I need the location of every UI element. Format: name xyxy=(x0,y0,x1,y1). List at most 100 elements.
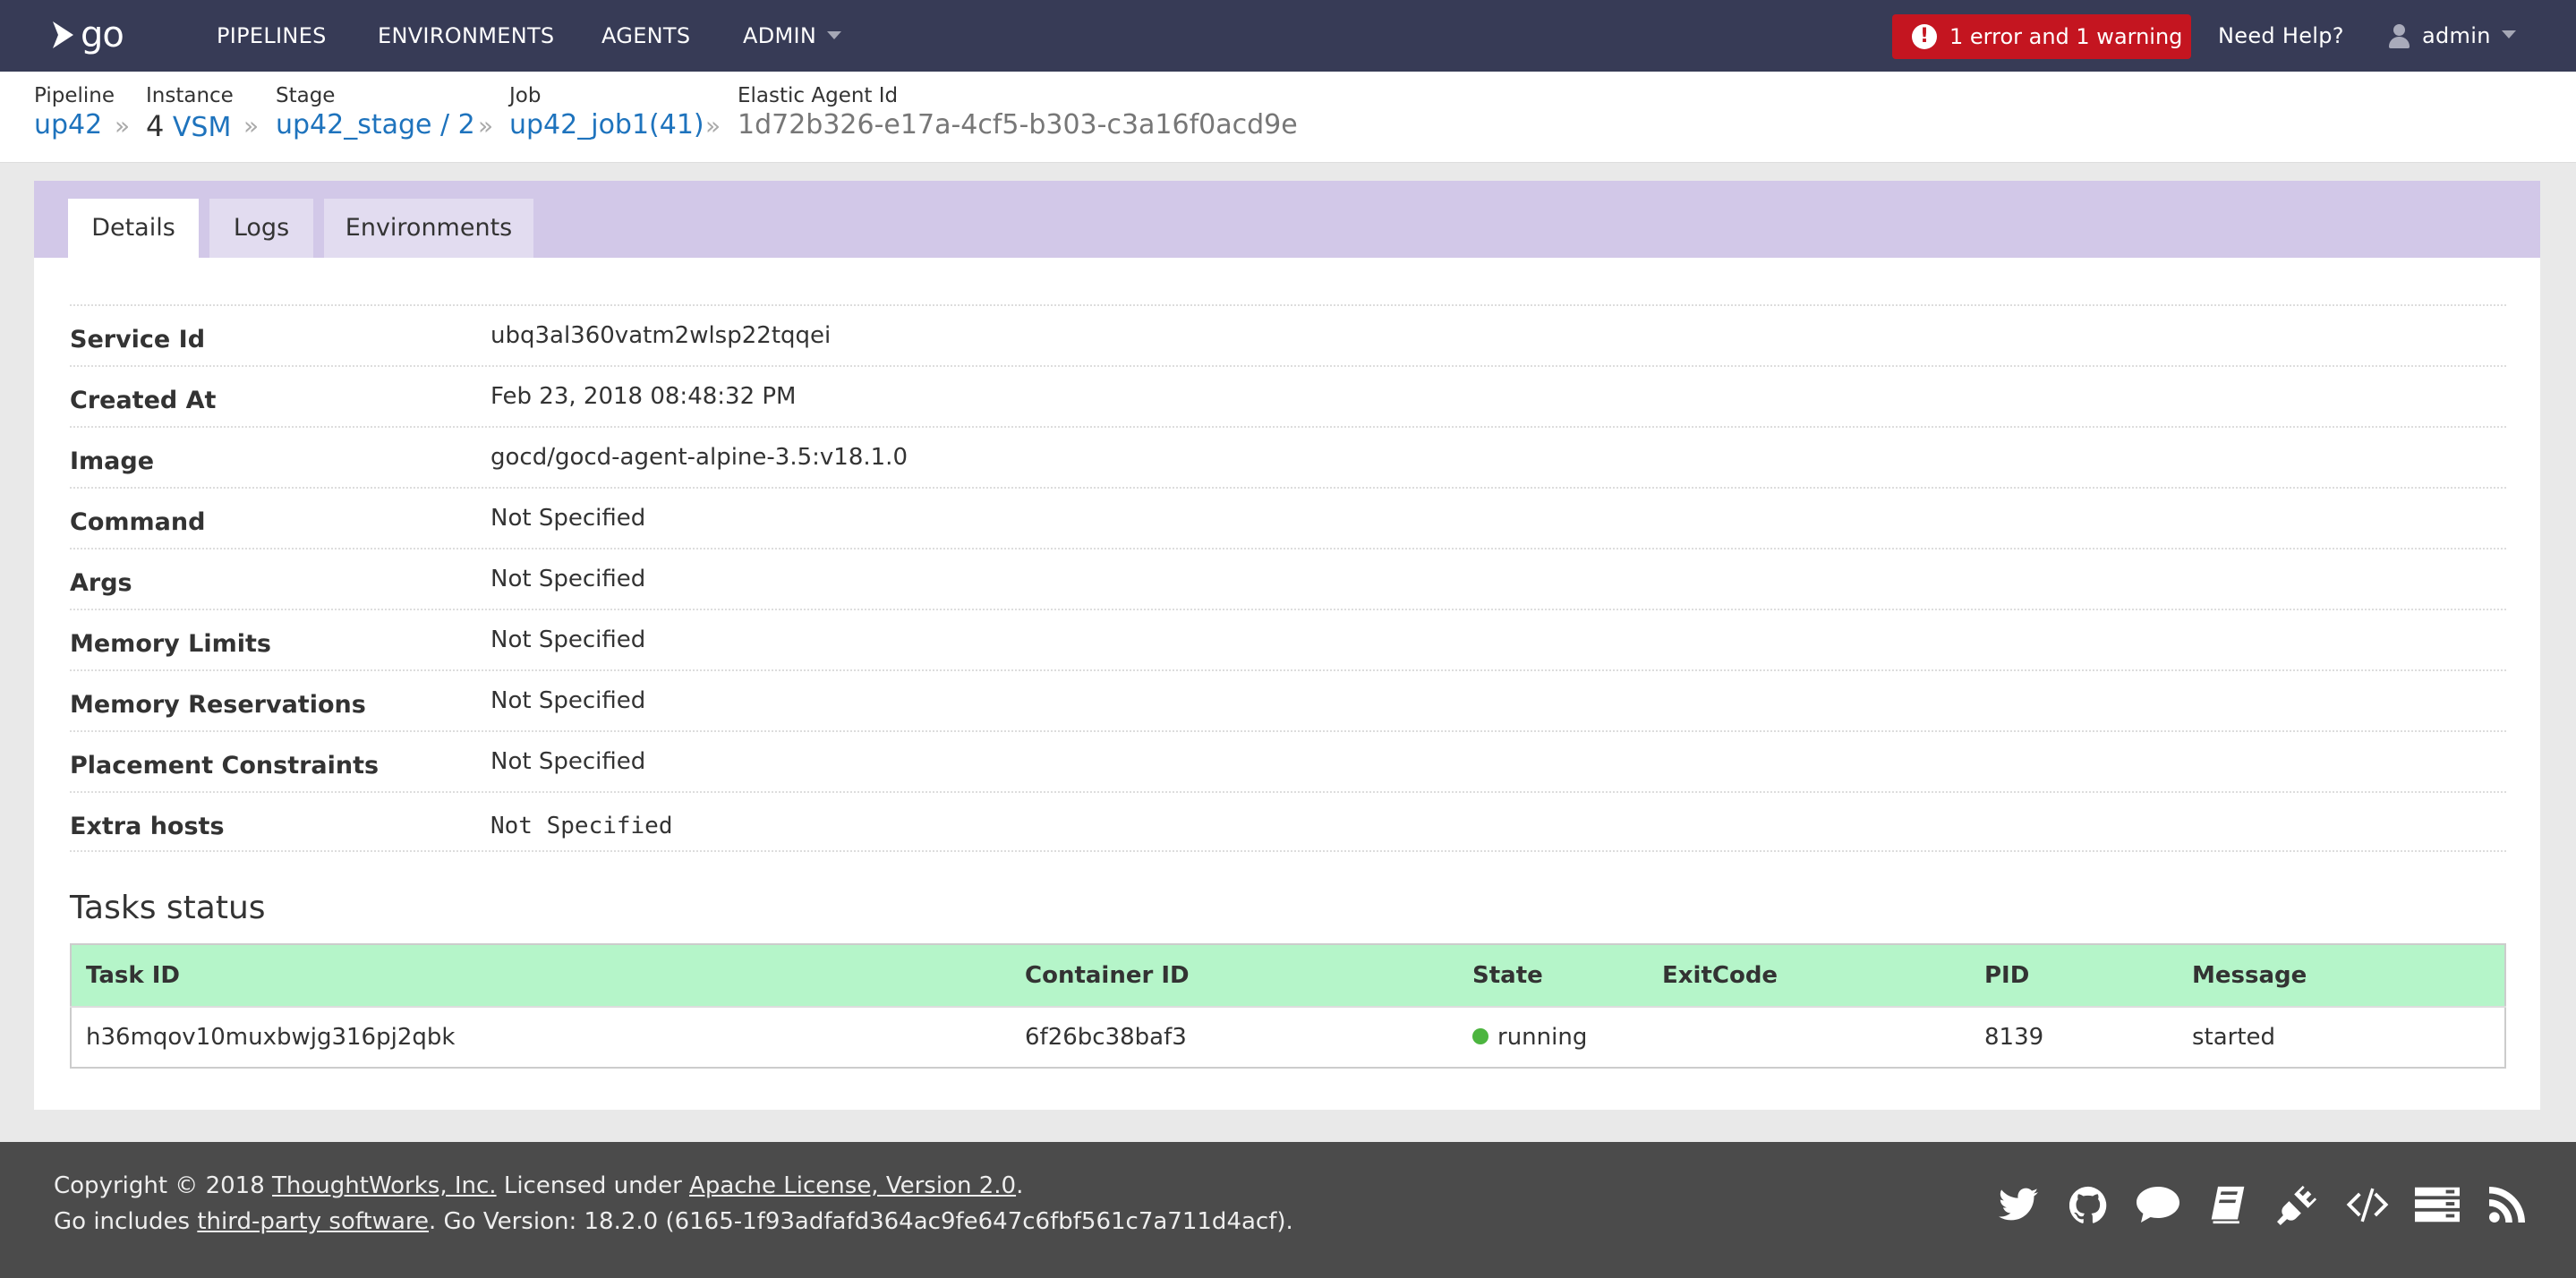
breadcrumb-pipeline: Pipeline up42 xyxy=(34,84,115,141)
licensed-text: Licensed under xyxy=(496,1172,690,1199)
thoughtworks-link[interactable]: ThoughtWorks, Inc. xyxy=(272,1172,497,1199)
detail-key: Extra hosts xyxy=(70,813,225,840)
detail-key: Image xyxy=(70,447,155,475)
apache-license-link[interactable]: Apache License, Version 2.0 xyxy=(689,1172,1016,1199)
message-cell: started xyxy=(2192,1024,2276,1051)
logo-play-icon xyxy=(53,21,73,48)
period-text: . xyxy=(1016,1172,1024,1199)
job-link[interactable]: up42_job1(41) xyxy=(509,109,704,141)
nav-environments[interactable]: ENVIRONMENTS xyxy=(378,0,554,72)
detail-value: Not Specified xyxy=(490,687,646,714)
table-header-row: Task ID Container ID State ExitCode PID … xyxy=(71,944,2505,1008)
agent-id-value: 1d72b326-e17a-4cf5-b303-c3a16f0acd9e xyxy=(738,109,1298,141)
detail-key: Command xyxy=(70,508,206,536)
tasks-status-heading: Tasks status xyxy=(70,890,266,926)
stage-label: Stage xyxy=(276,84,336,107)
nav-agents[interactable]: AGENTS xyxy=(601,0,690,72)
detail-value: Not Specified xyxy=(490,813,673,839)
state-text: running xyxy=(1497,1024,1588,1051)
error-warning-badge[interactable]: ! 1 error and 1 warning xyxy=(1892,14,2191,59)
rss-icon[interactable] xyxy=(2483,1180,2531,1229)
server-details-icon[interactable] xyxy=(2413,1180,2461,1229)
job-label: Job xyxy=(509,84,542,107)
detail-key: Created At xyxy=(70,387,217,414)
includes-text: Go includes xyxy=(54,1208,198,1235)
column-header-container-id: Container ID xyxy=(1011,944,1458,1008)
github-icon[interactable] xyxy=(2064,1180,2112,1229)
detail-row-created-at: Created At Feb 23, 2018 08:48:32 PM xyxy=(70,365,2506,426)
detail-key: Args xyxy=(70,569,132,597)
detail-key: Memory Limits xyxy=(70,630,272,658)
container-id-cell: 6f26bc38baf3 xyxy=(1025,1024,1187,1051)
need-help-link[interactable]: Need Help? xyxy=(2218,0,2344,72)
vsm-link[interactable]: VSM xyxy=(173,112,231,143)
pipeline-link[interactable]: up42 xyxy=(34,109,115,141)
state-cell: running xyxy=(1458,1007,1648,1068)
nav-pipelines[interactable]: PIPELINES xyxy=(217,0,327,72)
error-warning-text: 1 error and 1 warning xyxy=(1949,24,2183,49)
detail-row-memory-reservations: Memory Reservations Not Specified xyxy=(70,669,2506,730)
detail-value: Not Specified xyxy=(490,566,646,592)
pipeline-label: Pipeline xyxy=(34,84,115,107)
footer: Copyright © 2018 ThoughtWorks, Inc. Lice… xyxy=(0,1142,2576,1278)
third-party-software-link[interactable]: third-party software xyxy=(197,1208,429,1235)
tab-details[interactable]: Details xyxy=(68,199,199,258)
column-header-exit-code: ExitCode xyxy=(1648,944,1970,1008)
exit-code-cell xyxy=(1648,1007,1970,1068)
breadcrumb-stage: Stage up42_stage / 2 xyxy=(276,84,475,141)
column-header-message: Message xyxy=(2178,944,2505,1008)
detail-row-image: Image gocd/gocd-agent-alpine-3.5:v18.1.0 xyxy=(70,426,2506,487)
user-menu[interactable]: admin xyxy=(2388,0,2516,72)
nav-admin[interactable]: ADMIN xyxy=(743,0,842,72)
exclamation-circle-icon: ! xyxy=(1912,24,1937,49)
plugins-icon[interactable] xyxy=(2273,1180,2322,1229)
detail-value: Not Specified xyxy=(490,748,646,775)
copyright-text: Copyright © 2018 xyxy=(54,1172,273,1199)
footer-icons xyxy=(1994,1178,2553,1231)
detail-key: Placement Constraints xyxy=(70,752,380,780)
twitter-icon[interactable] xyxy=(1994,1180,2043,1229)
detail-key: Memory Reservations xyxy=(70,691,366,719)
detail-value: Not Specified xyxy=(490,505,646,532)
detail-value: gocd/gocd-agent-alpine-3.5:v18.1.0 xyxy=(490,444,908,471)
instance-number: 4 xyxy=(146,109,165,143)
version-line: Go includes third-party software. Go Ver… xyxy=(54,1208,1293,1235)
copyright-line: Copyright © 2018 ThoughtWorks, Inc. Lice… xyxy=(54,1172,1023,1199)
top-navigation: go PIPELINES ENVIRONMENTS AGENTS ADMIN !… xyxy=(0,0,2576,72)
details-list: Service Id ubq3al360vatm2wlsp22tqqei Cre… xyxy=(70,304,2506,852)
detail-row-placement-constraints: Placement Constraints Not Specified xyxy=(70,730,2506,791)
agent-details-panel: Details Logs Environments Service Id ubq… xyxy=(34,181,2540,1110)
detail-row-memory-limits: Memory Limits Not Specified xyxy=(70,609,2506,669)
detail-row-args: Args Not Specified xyxy=(70,548,2506,609)
version-text: . Go Version: 18.2.0 (6165-1f93adfafd364… xyxy=(429,1208,1293,1235)
detail-value: Not Specified xyxy=(490,626,646,653)
detail-value: Feb 23, 2018 08:48:32 PM xyxy=(490,383,797,410)
status-dot-icon xyxy=(1472,1027,1488,1044)
table-row: h36mqov10muxbwjg316pj2qbk 6f26bc38baf3 r… xyxy=(71,1007,2505,1068)
logo-text: go xyxy=(81,14,124,55)
instance-label: Instance xyxy=(146,84,234,107)
tab-logs[interactable]: Logs xyxy=(209,199,313,258)
go-logo[interactable]: go xyxy=(50,14,131,55)
user-icon xyxy=(2388,22,2410,49)
breadcrumb-separator: » xyxy=(478,111,494,141)
tasks-status-table: Task ID Container ID State ExitCode PID … xyxy=(70,943,2506,1069)
username: admin xyxy=(2422,23,2491,48)
breadcrumb-separator: » xyxy=(243,111,260,141)
breadcrumb-separator: » xyxy=(705,111,721,141)
detail-row-extra-hosts: Extra hosts Not Specified xyxy=(70,791,2506,852)
breadcrumb: Pipeline up42 » Instance 4 VSM » Stage u… xyxy=(0,72,2576,163)
detail-value: ubq3al360vatm2wlsp22tqqei xyxy=(490,322,832,349)
tab-environments[interactable]: Environments xyxy=(324,199,533,258)
api-icon[interactable] xyxy=(2343,1180,2392,1229)
agent-id-label: Elastic Agent Id xyxy=(738,84,899,107)
chevron-down-icon xyxy=(2501,30,2516,38)
breadcrumb-separator: » xyxy=(115,111,131,141)
column-header-state: State xyxy=(1458,944,1648,1008)
stage-link[interactable]: up42_stage / 2 xyxy=(276,109,475,141)
column-header-task-id: Task ID xyxy=(71,944,1011,1008)
chat-icon[interactable] xyxy=(2134,1180,2182,1229)
pid-cell: 8139 xyxy=(1984,1024,2044,1051)
documentation-icon[interactable] xyxy=(2204,1180,2252,1229)
nav-admin-label: ADMIN xyxy=(743,23,817,48)
